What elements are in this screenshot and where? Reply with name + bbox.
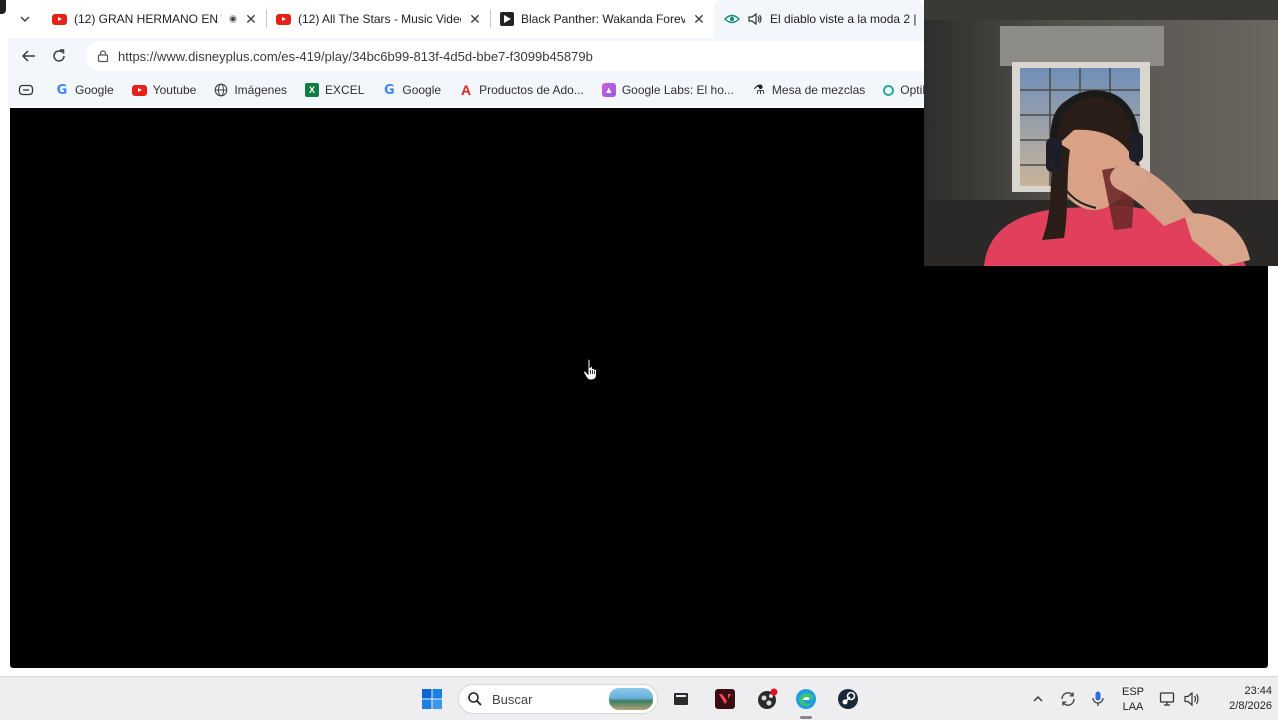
bookmark-label: OptiProje bbox=[900, 83, 924, 97]
webcam-overlay bbox=[924, 0, 1278, 266]
tab-el-diablo-viste[interactable]: El diablo viste a la moda 2 | D bbox=[714, 0, 924, 38]
youtube-icon bbox=[131, 84, 147, 96]
mixer-icon: ⚗ bbox=[753, 82, 765, 97]
tray-network[interactable] bbox=[1158, 683, 1178, 715]
start-button[interactable] bbox=[416, 683, 448, 715]
windows-taskbar: Buscar ESP LAA 23:44 2/8/2026 bbox=[0, 676, 1278, 720]
back-button[interactable] bbox=[14, 41, 44, 71]
language-code: ESP bbox=[1121, 686, 1144, 698]
clock-date: 2/8/2026 bbox=[1229, 700, 1272, 712]
bookmark-mesa-mezclas[interactable]: ⚗ Mesa de mezclas bbox=[743, 77, 874, 103]
tray-volume[interactable] bbox=[1182, 683, 1202, 715]
excel-icon: X bbox=[305, 83, 320, 97]
right-window-edge bbox=[1270, 266, 1278, 676]
clock[interactable]: 23:44 2/8/2026 bbox=[1208, 684, 1272, 714]
bookmark-label: Productos de Ado... bbox=[479, 83, 584, 97]
taskbar-search[interactable]: Buscar bbox=[458, 684, 658, 714]
search-placeholder: Buscar bbox=[492, 691, 533, 707]
bookmark-google-2[interactable]: G Google bbox=[373, 77, 450, 103]
hand-cursor-icon bbox=[582, 358, 597, 381]
tab-title: El diablo viste a la moda 2 | D bbox=[770, 12, 916, 26]
bookmark-excel[interactable]: X EXCEL bbox=[296, 77, 373, 103]
webcam-feed-image bbox=[924, 0, 1278, 266]
search-icon bbox=[468, 692, 482, 706]
left-window-edge bbox=[0, 0, 8, 676]
tab-gran-hermano[interactable]: (12) GRAN HERMANO EN VIVO ✕ bbox=[42, 0, 266, 38]
taskbar-app-valorant[interactable] bbox=[710, 683, 740, 715]
bookmark-label: Google bbox=[402, 83, 442, 97]
bookmarks-bar: G Google Youtube Imágenes X EXCEL G Goog… bbox=[8, 74, 924, 106]
tab-title: (12) All The Stars - Music Video | B bbox=[298, 12, 461, 26]
sync-icon bbox=[1061, 692, 1075, 706]
youtube-icon bbox=[52, 13, 67, 25]
bookmark-google[interactable]: G Google bbox=[46, 77, 123, 103]
language-indicator[interactable]: ESP LAA bbox=[1118, 685, 1148, 715]
bookmark-google-labs[interactable]: ▲ Google Labs: El ho... bbox=[593, 77, 743, 103]
taskbar-app-obs[interactable] bbox=[752, 683, 782, 715]
bookmark-imagenes[interactable]: Imágenes bbox=[205, 77, 296, 103]
google-icon: G bbox=[384, 82, 395, 98]
adobe-icon: A bbox=[461, 82, 472, 98]
tab-search-button[interactable] bbox=[8, 0, 42, 38]
edge-browser-icon bbox=[796, 689, 816, 709]
task-view-icon bbox=[674, 693, 688, 705]
tray-microphone[interactable] bbox=[1088, 683, 1108, 715]
taskbar-app-edge[interactable] bbox=[790, 683, 822, 715]
taskbar-task-view[interactable] bbox=[666, 683, 696, 715]
site-info-icon[interactable] bbox=[96, 49, 110, 63]
eye-icon bbox=[724, 12, 740, 26]
bookmark-youtube[interactable]: Youtube bbox=[123, 77, 206, 103]
globe-icon bbox=[214, 83, 228, 97]
bookmark-adobe[interactable]: A Productos de Ado... bbox=[450, 77, 593, 103]
back-arrow-icon bbox=[21, 50, 35, 62]
youtube-icon bbox=[276, 13, 291, 25]
tab-title: (12) GRAN HERMANO EN VIVO bbox=[74, 12, 222, 26]
bookmark-label: Mesa de mezclas bbox=[771, 83, 866, 97]
microphone-icon bbox=[1092, 691, 1104, 706]
chevron-down-icon bbox=[20, 16, 30, 22]
search-highlight-image bbox=[609, 688, 653, 710]
url-text[interactable]: https://www.disneyplus.com/es-419/play/3… bbox=[118, 49, 593, 64]
flask-icon: ▲ bbox=[601, 83, 616, 97]
tab-actions-icon[interactable] bbox=[18, 83, 34, 97]
bookmark-optiproje[interactable]: OptiProje bbox=[874, 77, 924, 103]
bookmark-label: Google bbox=[75, 83, 114, 97]
windows-logo-icon bbox=[422, 689, 442, 709]
show-hidden-icons-button[interactable] bbox=[1030, 683, 1046, 715]
bookmark-label: Imágenes bbox=[234, 83, 288, 97]
network-monitor-icon bbox=[1159, 692, 1175, 706]
speaker-icon[interactable] bbox=[747, 12, 763, 26]
opti-icon bbox=[883, 84, 895, 96]
obs-icon bbox=[758, 688, 778, 709]
play-icon bbox=[500, 12, 514, 26]
reload-icon bbox=[53, 49, 65, 62]
tray-sync[interactable] bbox=[1058, 683, 1078, 715]
chevron-up-icon bbox=[1033, 696, 1043, 702]
taskbar-app-steam[interactable] bbox=[832, 683, 864, 715]
volume-icon bbox=[1184, 691, 1199, 707]
active-app-indicator bbox=[800, 716, 812, 719]
browser-toolbar: https://www.disneyplus.com/es-419/play/3… bbox=[8, 38, 924, 74]
close-icon[interactable]: ✕ bbox=[468, 11, 482, 27]
valorant-icon bbox=[715, 689, 735, 709]
tab-title: Black Panther: Wakanda Forever bbox=[521, 12, 685, 26]
recording-icon bbox=[229, 15, 237, 23]
clock-time: 23:44 bbox=[1244, 685, 1272, 697]
close-icon[interactable]: ✕ bbox=[244, 11, 258, 27]
keyboard-layout: LAA bbox=[1122, 701, 1144, 713]
tab-all-the-stars[interactable]: (12) All The Stars - Music Video | B ✕ bbox=[266, 0, 490, 38]
close-icon[interactable]: ✕ bbox=[692, 11, 706, 27]
bookmark-label: Google Labs: El ho... bbox=[621, 83, 734, 97]
tab-strip: (12) GRAN HERMANO EN VIVO ✕ (12) All The… bbox=[8, 0, 924, 38]
reload-button[interactable] bbox=[44, 41, 74, 71]
bookmark-label: Youtube bbox=[152, 83, 197, 97]
tab-black-panther[interactable]: Black Panther: Wakanda Forever ✕ bbox=[490, 0, 714, 38]
address-bar[interactable]: https://www.disneyplus.com/es-419/play/3… bbox=[86, 41, 924, 71]
google-icon: G bbox=[56, 82, 68, 98]
steam-icon bbox=[838, 689, 858, 709]
bookmark-label: EXCEL bbox=[325, 83, 365, 97]
